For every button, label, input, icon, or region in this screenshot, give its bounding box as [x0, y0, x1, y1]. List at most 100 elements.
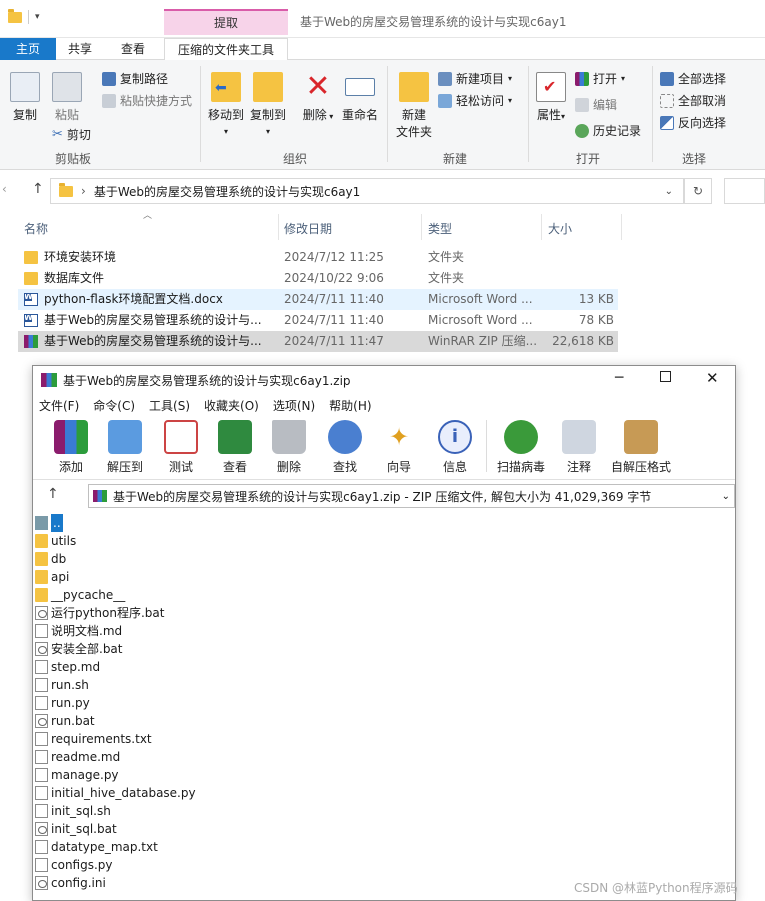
- archive-entry[interactable]: manage.py: [35, 766, 119, 784]
- archive-entry[interactable]: 运行python程序.bat: [35, 604, 164, 622]
- winrar-titlebar: 基于Web的房屋交易管理系统的设计与实现c6ay1.zip ─ ✕: [33, 366, 735, 394]
- search-input[interactable]: [724, 178, 765, 204]
- archive-entry[interactable]: run.bat: [35, 712, 95, 730]
- context-tab-extract[interactable]: 提取: [164, 9, 288, 35]
- archive-entry[interactable]: run.sh: [35, 676, 89, 694]
- menu-file[interactable]: 文件(F): [39, 397, 79, 414]
- copy-path-button[interactable]: 复制路径: [102, 70, 168, 87]
- close-icon[interactable]: ✕: [706, 369, 719, 387]
- archive-entry[interactable]: init_sql.sh: [35, 802, 111, 820]
- archive-entry[interactable]: configs.py: [35, 856, 113, 874]
- archive-entry[interactable]: 安装全部.bat: [35, 640, 123, 658]
- easy-access-button[interactable]: 轻松访问 ▾: [438, 92, 512, 109]
- edit-button[interactable]: 编辑: [575, 96, 617, 113]
- column-divider[interactable]: [621, 214, 622, 240]
- column-divider[interactable]: [421, 214, 422, 240]
- add-button[interactable]: 添加: [53, 420, 89, 475]
- ribbon-separator: [528, 66, 529, 162]
- folder-icon: [24, 251, 38, 264]
- column-header-type[interactable]: 类型: [428, 220, 452, 237]
- copy-to-button[interactable]: 复制到 ▾: [248, 72, 288, 137]
- minimize-icon[interactable]: ─: [615, 370, 623, 386]
- archive-entry[interactable]: ..: [35, 514, 63, 532]
- archive-entry[interactable]: initial_hive_database.py: [35, 784, 196, 802]
- tab-compressed-folder-tools[interactable]: 压缩的文件夹工具: [164, 38, 288, 60]
- paste-shortcut-button[interactable]: 粘贴快捷方式: [102, 92, 192, 109]
- select-none-button[interactable]: 全部取消: [660, 92, 726, 109]
- copy-to-icon: [253, 72, 283, 102]
- archive-entry[interactable]: 说明文档.md: [35, 622, 122, 640]
- address-bar[interactable]: › 基于Web的房屋交易管理系统的设计与实现c6ay1 ⌄: [50, 178, 684, 204]
- column-divider[interactable]: [278, 214, 279, 240]
- invert-selection-button[interactable]: 反向选择: [660, 114, 726, 131]
- menu-commands[interactable]: 命令(C): [93, 397, 135, 414]
- archive-path-dropdown[interactable]: 基于Web的房屋交易管理系统的设计与实现c6ay1.zip - ZIP 压缩文件…: [88, 484, 735, 508]
- properties-button[interactable]: ✔ 属性▾: [534, 72, 568, 123]
- view-label: 查看: [222, 460, 247, 474]
- menu-favorites[interactable]: 收藏夹(O): [204, 397, 259, 414]
- find-button[interactable]: 查找: [325, 420, 365, 475]
- archive-entry[interactable]: requirements.txt: [35, 730, 152, 748]
- open-button[interactable]: 打开 ▾: [575, 70, 625, 87]
- column-header-date[interactable]: 修改日期: [284, 220, 332, 237]
- archive-entry[interactable]: datatype_map.txt: [35, 838, 158, 856]
- view-button[interactable]: 查看: [215, 420, 255, 475]
- file-row[interactable]: 基于Web的房屋交易管理系统的设计与... 2024/7/11 11:40 Mi…: [18, 310, 618, 331]
- history-button[interactable]: 历史记录: [575, 122, 641, 139]
- file-row[interactable]: 环境安装环境 2024/7/12 11:25 文件夹: [18, 247, 618, 268]
- file-row-selected[interactable]: 基于Web的房屋交易管理系统的设计与... 2024/7/11 11:47 Wi…: [18, 331, 618, 352]
- chevron-down-icon[interactable]: ⌄: [665, 186, 673, 197]
- archive-file-list: .. utils db api __pycache__ 运行python程序.bat 说明文…: [33, 512, 735, 900]
- new-folder-button[interactable]: 新建 文件夹: [394, 72, 434, 140]
- add-archive-icon: [54, 420, 88, 454]
- archive-entry[interactable]: init_sql.bat: [35, 820, 117, 838]
- select-all-button[interactable]: 全部选择: [660, 70, 726, 87]
- archive-entry[interactable]: utils: [35, 532, 76, 550]
- archive-entry[interactable]: api: [35, 568, 69, 586]
- copy-path-label: 复制路径: [120, 72, 169, 86]
- delete-archive-button[interactable]: 删除: [271, 420, 307, 475]
- file-row[interactable]: python-flask环境配置文档.docx 2024/7/11 11:40 …: [18, 289, 618, 310]
- archive-entry[interactable]: step.md: [35, 658, 100, 676]
- customize-qat-icon[interactable]: ▾: [35, 12, 40, 22]
- wizard-button[interactable]: ✦ 向导: [381, 420, 417, 475]
- info-button[interactable]: i 信息: [435, 420, 475, 475]
- scan-virus-button[interactable]: 扫描病毒: [495, 420, 547, 475]
- archive-entry[interactable]: config.ini: [35, 874, 106, 892]
- paste-button[interactable]: 粘贴: [50, 72, 84, 123]
- menu-tools[interactable]: 工具(S): [149, 397, 190, 414]
- archive-entry[interactable]: __pycache__: [35, 586, 125, 604]
- up-arrow-icon[interactable]: ↑: [47, 486, 59, 502]
- cut-label: 剪切: [66, 128, 91, 142]
- tab-view[interactable]: 查看: [111, 38, 155, 60]
- refresh-button[interactable]: ↻: [684, 178, 712, 204]
- copy-button[interactable]: 复制: [8, 72, 42, 123]
- archive-entry[interactable]: run.py: [35, 694, 90, 712]
- sfx-button[interactable]: 自解压格式: [609, 420, 673, 475]
- delete-x-icon: ✕: [305, 69, 331, 104]
- new-item-button[interactable]: 新建项目 ▾: [438, 70, 512, 87]
- file-row[interactable]: 数据库文件 2024/10/22 9:06 文件夹: [18, 268, 618, 289]
- column-header-name[interactable]: 名称: [24, 220, 48, 237]
- menu-help[interactable]: 帮助(H): [329, 397, 371, 414]
- back-arrow-icon[interactable]: ‹: [2, 182, 7, 196]
- archive-entry[interactable]: readme.md: [35, 748, 120, 766]
- column-divider[interactable]: [541, 214, 542, 240]
- tab-share[interactable]: 共享: [58, 38, 102, 60]
- move-to-button[interactable]: ⬅ 移动到 ▾: [206, 72, 246, 137]
- add-label: 添加: [58, 460, 83, 474]
- rename-button[interactable]: 重命名: [340, 72, 380, 123]
- chevron-down-icon[interactable]: ⌄: [722, 491, 730, 502]
- archive-entry[interactable]: db: [35, 550, 66, 568]
- cut-button[interactable]: ✂ 剪切: [52, 126, 91, 143]
- up-arrow-icon[interactable]: ↑: [32, 181, 44, 197]
- column-header-size[interactable]: 大小: [548, 220, 572, 237]
- breadcrumb-chevron-icon[interactable]: ›: [81, 184, 86, 198]
- maximize-icon[interactable]: [660, 371, 671, 382]
- tab-home[interactable]: 主页: [0, 38, 56, 60]
- menu-options[interactable]: 选项(N): [273, 397, 315, 414]
- delete-button[interactable]: ✕ 删除 ▾: [300, 72, 336, 123]
- comment-button[interactable]: 注释: [561, 420, 597, 475]
- test-button[interactable]: 测试: [161, 420, 201, 475]
- extract-to-button[interactable]: 解压到: [103, 420, 147, 475]
